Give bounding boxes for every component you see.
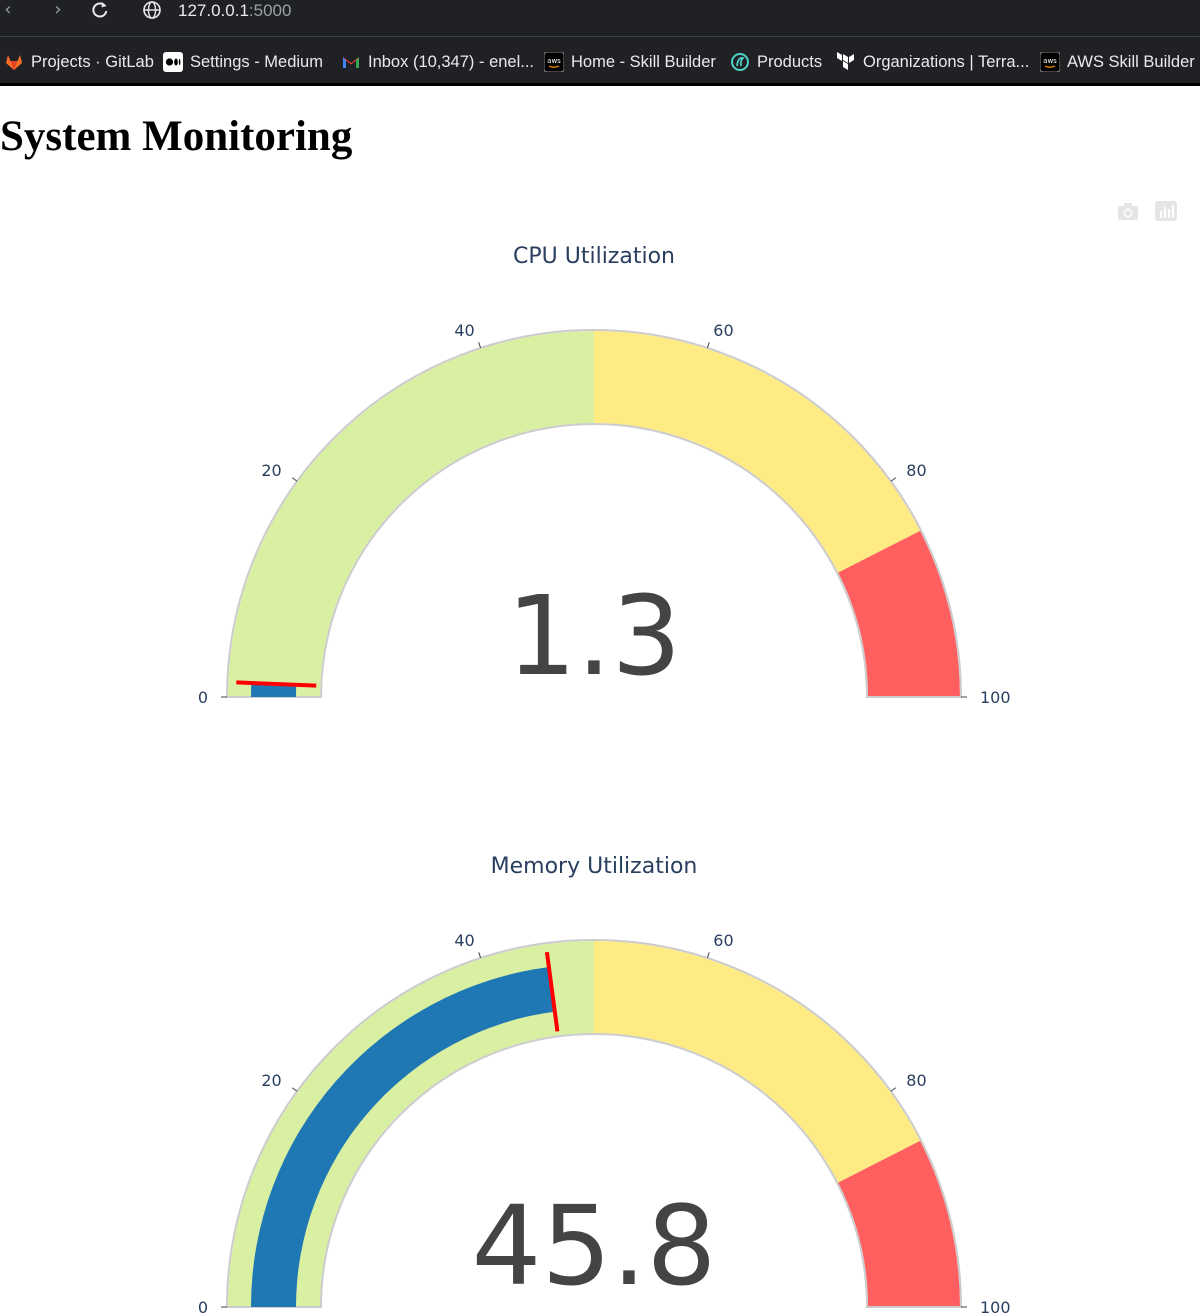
gauge-tick	[706, 952, 710, 959]
aws-icon: aws	[543, 51, 565, 73]
gauge-tick-label: 40	[454, 321, 474, 340]
bookmark-label: Products	[757, 52, 823, 71]
bookmark-skill-builder-home[interactable]: aws Home - Skill Builder	[543, 47, 716, 77]
gauge-title: Memory Utilization	[491, 854, 698, 879]
reload-icon[interactable]	[88, 0, 112, 24]
bookmark-label: AWS Skill Builder	[1067, 52, 1195, 71]
products-icon	[730, 52, 750, 72]
cpu-utilization-gauge: CPU Utilization 0 20 40 60 80 100 1.3	[198, 244, 1011, 707]
medium-icon	[163, 52, 183, 72]
aws-icon: aws	[1039, 51, 1061, 73]
gauge-tick	[291, 1087, 298, 1092]
address-bar[interactable]: 127.0.0.1:5000	[178, 0, 291, 22]
gauge-value: 45.8	[472, 1182, 717, 1310]
memory-utilization-gauge: Memory Utilization 0 20 40 60 80 100 45.8	[198, 854, 1011, 1315]
gmail-icon	[341, 52, 361, 72]
bookmark-label: Home - Skill Builder	[571, 52, 716, 71]
gauge-tick-label: 60	[713, 321, 733, 340]
page-title: System Monitoring	[0, 113, 353, 160]
gauge-tick-label: 20	[261, 461, 281, 480]
forward-icon[interactable]: ›	[46, 0, 70, 24]
url-port: :5000	[248, 1, 292, 20]
bookmark-gmail[interactable]: Inbox (10,347) - enel...	[341, 47, 534, 77]
gauge-tick-label: 100	[980, 1298, 1011, 1315]
svg-text:aws: aws	[547, 57, 561, 65]
gauge-tick-label: 40	[454, 931, 474, 950]
gauge-tick-label: 100	[980, 688, 1011, 707]
bookmark-label: Inbox (10,347) - enel...	[368, 52, 535, 71]
gauge-tick-label: 0	[198, 688, 208, 707]
gauge-title: CPU Utilization	[513, 244, 675, 269]
bookmark-label: Organizations | Terra...	[863, 52, 1030, 71]
bookmark-medium[interactable]: Settings - Medium	[163, 47, 323, 77]
gauge-tick-label: 0	[198, 1298, 208, 1315]
gauge-tick-label: 80	[906, 1071, 926, 1090]
gauge-tick	[478, 342, 482, 349]
gauge-tick	[890, 1087, 897, 1092]
bookmark-label: Settings - Medium	[190, 52, 323, 71]
site-info-icon[interactable]	[140, 0, 164, 24]
gauge-tick	[291, 477, 298, 482]
bookmark-terraform[interactable]: Organizations | Terra...	[836, 47, 1029, 77]
bookmarks-bar: Projects · GitLab Settings - Medium Inbo…	[0, 36, 1200, 86]
gitlab-icon	[4, 52, 24, 72]
browser-toolbar: ‹ › 127.0.0.1:5000	[0, 0, 1200, 36]
gauge-tick-label: 20	[261, 1071, 281, 1090]
svg-text:aws: aws	[1043, 57, 1057, 65]
url-host: 127.0.0.1	[178, 1, 249, 20]
bookmark-aws-skill-builder[interactable]: aws AWS Skill Builder	[1039, 47, 1195, 77]
gauge-tick-label: 80	[906, 461, 926, 480]
gauge-tick	[478, 952, 482, 959]
terraform-icon	[836, 52, 856, 72]
gauge-value: 1.3	[507, 572, 682, 700]
back-icon[interactable]: ‹	[0, 0, 20, 24]
gauge-tick	[706, 342, 710, 349]
bookmark-gitlab[interactable]: Projects · GitLab	[4, 47, 154, 77]
bookmark-label: Projects · GitLab	[31, 52, 154, 71]
bookmark-products[interactable]: Products	[730, 47, 822, 77]
gauge-tick	[890, 477, 897, 482]
gauge-tick-label: 60	[713, 931, 733, 950]
